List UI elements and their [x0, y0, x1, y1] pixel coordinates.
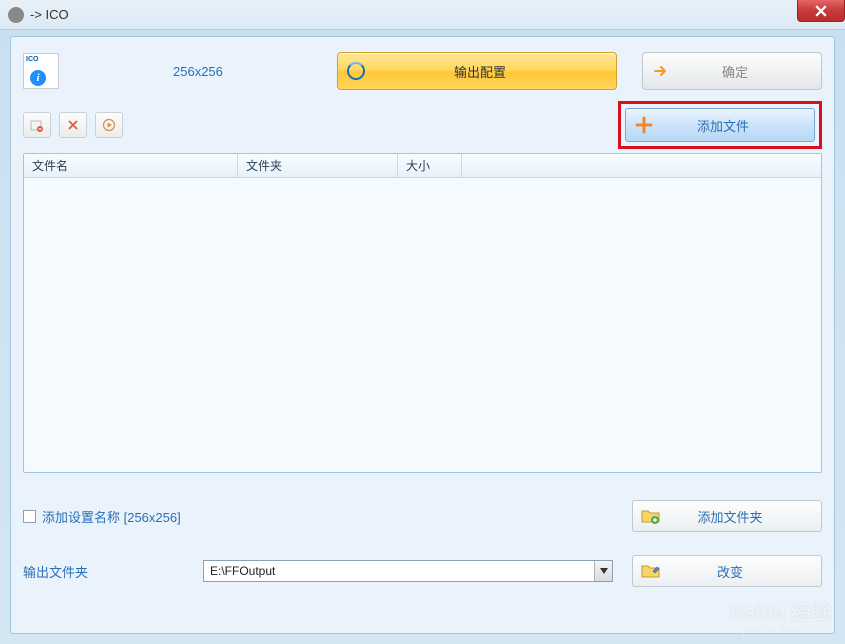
change-button[interactable]: 改变 — [632, 555, 822, 587]
top-row: ICO i 256x256 输出配置 确定 — [23, 51, 822, 91]
close-button[interactable] — [797, 0, 845, 22]
bottom-panel: 添加设置名称 [256x256] 添加文件夹 输出文件夹 E:\FFOutput — [23, 499, 822, 587]
play-icon — [102, 118, 116, 132]
table-header: 文件名 文件夹 大小 — [24, 154, 821, 178]
remove-item-button[interactable] — [23, 112, 51, 138]
column-header-filename[interactable]: 文件名 — [24, 154, 238, 177]
confirm-button[interactable]: 确定 — [642, 52, 822, 90]
app-icon — [8, 7, 24, 23]
toolbar-row: 添加文件 — [23, 109, 822, 141]
table-body[interactable] — [24, 178, 821, 472]
output-config-label: 输出配置 — [374, 62, 616, 81]
chevron-down-icon — [594, 561, 612, 581]
plus-icon — [626, 116, 662, 134]
settings-row: 添加设置名称 [256x256] 添加文件夹 — [23, 499, 822, 533]
refresh-icon — [338, 62, 374, 80]
add-file-label: 添加文件 — [662, 116, 814, 135]
output-folder-value: E:\FFOutput — [210, 564, 275, 578]
format-preview-label: ICO — [26, 56, 38, 63]
folder-edit-icon — [633, 562, 669, 580]
format-preview: ICO i — [23, 53, 59, 89]
dimensions-label: 256x256 — [173, 64, 253, 79]
add-name-checkbox[interactable] — [23, 510, 36, 523]
output-row: 输出文件夹 E:\FFOutput 改变 — [23, 555, 822, 587]
output-config-button[interactable]: 输出配置 — [337, 52, 617, 90]
clear-icon — [66, 118, 80, 132]
output-folder-label: 输出文件夹 — [23, 562, 203, 581]
add-file-button[interactable]: 添加文件 — [625, 108, 815, 142]
column-header-size[interactable]: 大小 — [398, 154, 462, 177]
clear-button[interactable] — [59, 112, 87, 138]
play-button[interactable] — [95, 112, 123, 138]
main-panel: ICO i 256x256 输出配置 确定 — [10, 36, 835, 634]
confirm-label: 确定 — [679, 62, 821, 81]
window-title: -> ICO — [30, 7, 69, 22]
change-label: 改变 — [669, 562, 821, 581]
add-folder-label: 添加文件夹 — [669, 507, 821, 526]
close-icon — [815, 5, 827, 17]
add-folder-button[interactable]: 添加文件夹 — [632, 500, 822, 532]
info-icon: i — [30, 70, 46, 86]
column-header-folder[interactable]: 文件夹 — [238, 154, 398, 177]
add-file-highlight: 添加文件 — [618, 101, 822, 149]
remove-item-icon — [30, 118, 44, 132]
arrow-right-icon — [643, 62, 679, 80]
add-name-label: 添加设置名称 [256x256] — [42, 507, 181, 526]
folder-plus-icon — [633, 507, 669, 525]
titlebar: -> ICO — [0, 0, 845, 30]
file-table: 文件名 文件夹 大小 — [23, 153, 822, 473]
output-folder-combo[interactable]: E:\FFOutput — [203, 560, 613, 582]
